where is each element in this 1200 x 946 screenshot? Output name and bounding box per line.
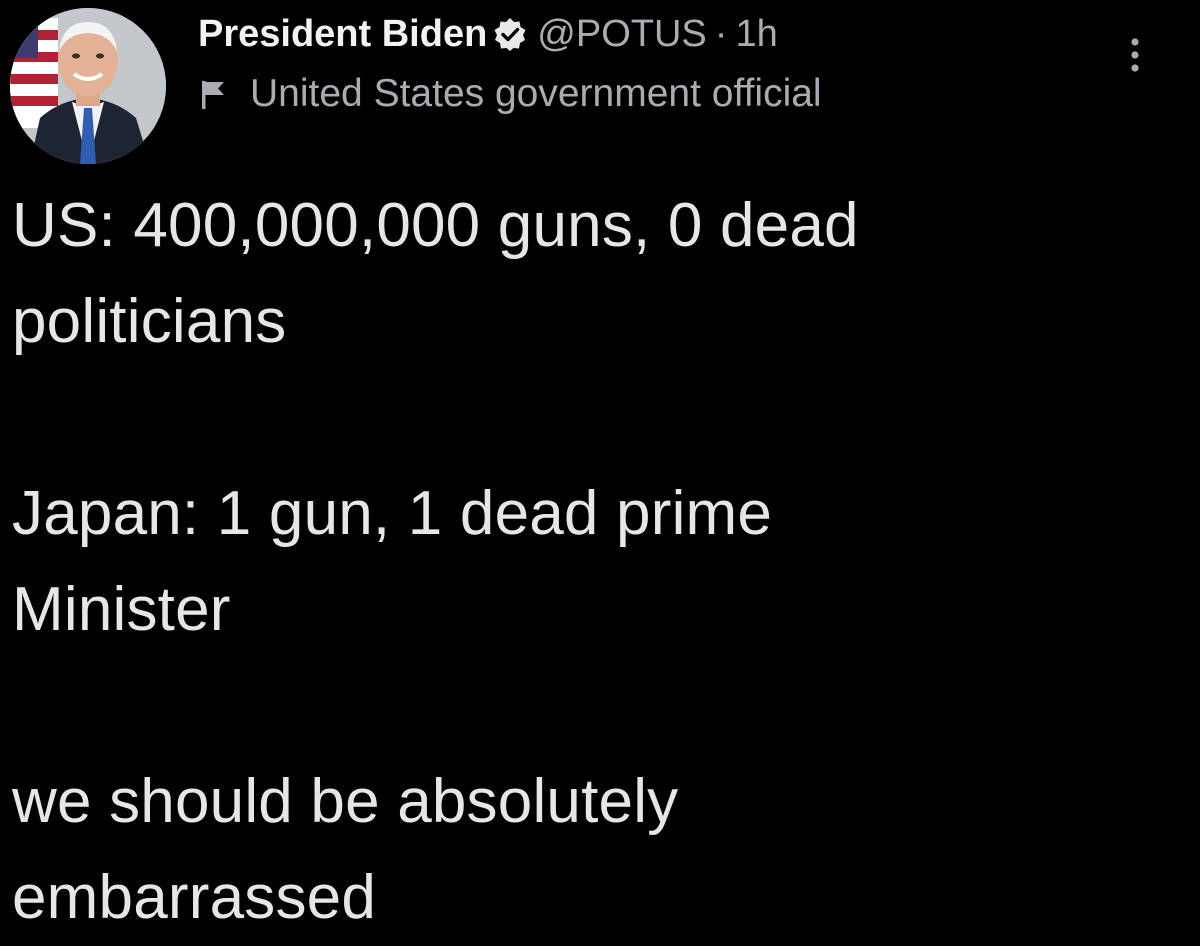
tweet-text-line: US: 400,000,000 guns, 0 dead [12, 191, 859, 260]
label-text: United States government official [250, 72, 822, 115]
separator-dot: · [714, 12, 728, 55]
flag-icon [200, 79, 228, 109]
tweet-text-line: Japan: 1 gun, 1 dead prime [12, 479, 773, 548]
display-name[interactable]: President Biden [198, 13, 487, 56]
timestamp[interactable]: 1h [735, 13, 777, 56]
tweet-header: President Biden @POTUS · 1h [198, 10, 778, 58]
verified-badge-icon [493, 17, 527, 51]
government-label[interactable]: United States government official [200, 70, 822, 118]
tweet-text-line: embarrassed [12, 863, 377, 932]
tweet-text-line: Minister [12, 575, 231, 644]
tweet-text-line [12, 658, 1172, 754]
more-options-icon[interactable] [1120, 34, 1150, 78]
tweet-text: US: 400,000,000 guns, 0 dead politicians… [12, 178, 1172, 946]
tweet: President Biden @POTUS · 1h United State… [0, 0, 1200, 933]
tweet-text-line [12, 370, 1172, 466]
tweet-text-line: politicians [12, 287, 287, 356]
handle[interactable]: @POTUS [537, 13, 706, 56]
avatar-portrait [10, 8, 166, 164]
avatar[interactable] [10, 8, 166, 164]
tweet-text-line: we should be absolutely [12, 767, 679, 836]
